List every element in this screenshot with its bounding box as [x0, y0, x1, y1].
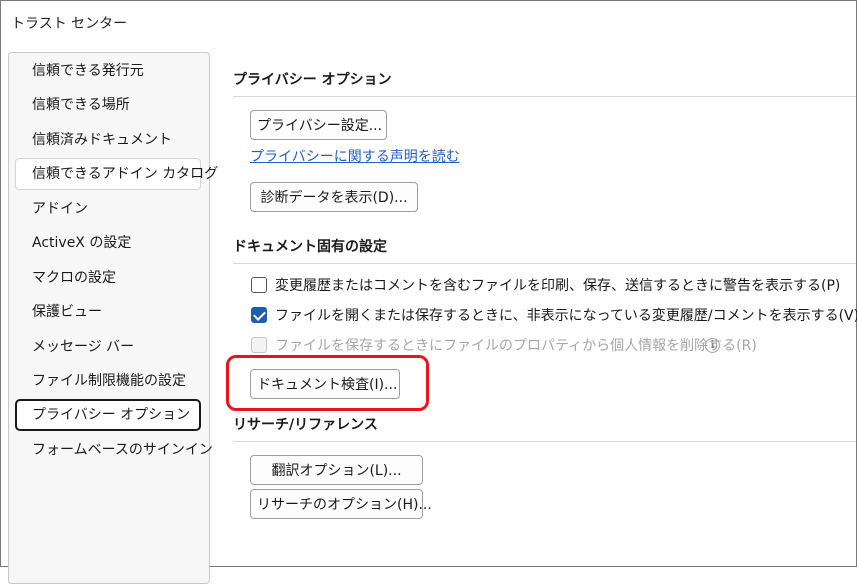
window-title: トラスト センター [11, 16, 128, 32]
remove-personal-info-label: ファイルを保存するときにファイルのプロパティから個人情報を削除する(R) [275, 338, 757, 354]
sidebar-item-form-based-sign-in[interactable]: フォームベースのサインイン [15, 434, 213, 466]
sidebar-item-trusted-addin-catalogs[interactable]: 信頼できるアドイン カタログ [15, 158, 218, 190]
content-pane: プライバシー オプション プライバシー設定... プライバシーに関する声明を読む… [219, 52, 857, 566]
sidebar-item-macro-settings[interactable]: マクロの設定 [15, 262, 201, 294]
trust-center-window: トラスト センター 信頼できる発行元 信頼できる場所 信頼済みドキュメント 信頼… [0, 0, 857, 584]
research-reference-header: リサーチ/リファレンス [233, 417, 378, 433]
sidebar-item-file-block-settings[interactable]: ファイル制限機能の設定 [15, 365, 201, 397]
title-bar: トラスト センター [1, 1, 856, 45]
section-divider [233, 263, 856, 264]
show-hidden-markup-checkbox[interactable] [251, 307, 267, 323]
red-highlight-annotation [226, 355, 429, 411]
sidebar-item-trusted-locations[interactable]: 信頼できる場所 [15, 89, 201, 121]
privacy-options-header: プライバシー オプション [233, 72, 392, 88]
translation-options-button[interactable]: 翻訳オプション(L)... [250, 455, 423, 485]
section-divider [233, 441, 856, 442]
sidebar-item-addins[interactable]: アドイン [15, 193, 201, 225]
info-icon[interactable]: i [705, 338, 720, 353]
sidebar-item-activex-settings[interactable]: ActiveX の設定 [15, 227, 201, 259]
sidebar-item-privacy-options[interactable]: プライバシー オプション [15, 399, 201, 431]
sidebar-item-trusted-documents[interactable]: 信頼済みドキュメント [15, 124, 201, 156]
sidebar-item-protected-view[interactable]: 保護ビュー [15, 296, 201, 328]
warn-before-print-label[interactable]: 変更履歴またはコメントを含むファイルを印刷、保存、送信するときに警告を表示する(… [275, 276, 840, 296]
section-divider [233, 96, 856, 97]
diagnostic-data-button[interactable]: 診断データを表示(D)... [250, 182, 418, 212]
sidebar-item-message-bar[interactable]: メッセージ バー [15, 331, 201, 363]
document-specific-header: ドキュメント固有の設定 [233, 239, 387, 255]
show-hidden-markup-label[interactable]: ファイルを開くまたは保存するときに、非表示になっている変更履歴/コメントを表示す… [275, 306, 857, 326]
privacy-settings-button[interactable]: プライバシー設定... [250, 110, 387, 140]
privacy-statement-link[interactable]: プライバシーに関する声明を読む [250, 146, 460, 166]
warn-before-print-checkbox[interactable] [251, 277, 267, 293]
remove-personal-info-checkbox [251, 337, 267, 353]
sidebar-item-trusted-publishers[interactable]: 信頼できる発行元 [15, 55, 201, 87]
research-options-button[interactable]: リサーチのオプション(H)... [250, 489, 432, 519]
sidebar-nav: 信頼できる発行元 信頼できる場所 信頼済みドキュメント 信頼できるアドイン カタ… [8, 52, 218, 584]
